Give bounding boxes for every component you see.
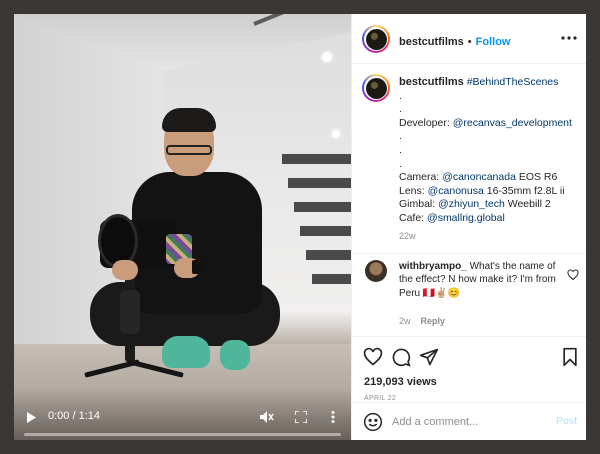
video-person-hand <box>112 260 138 280</box>
comment-username[interactable]: withbryampo_ <box>399 261 467 272</box>
comment-like-icon[interactable] <box>567 268 579 281</box>
more-horizontal-icon[interactable] <box>561 31 577 45</box>
avatar-image <box>365 28 387 50</box>
avatar[interactable] <box>362 25 390 53</box>
caption-username[interactable]: bestcutfilms <box>399 76 464 88</box>
video-player[interactable]: 0:00 / 1:14 <box>14 14 351 440</box>
caption-dot: . <box>399 89 402 102</box>
cafe-label: Cafe: <box>399 211 425 224</box>
camera-label: Camera: <box>399 171 440 184</box>
lens-link[interactable]: @canonusa <box>428 185 484 197</box>
video-person-hair <box>162 108 216 132</box>
caption-avatar[interactable] <box>362 74 390 102</box>
video-person-sock <box>220 340 250 370</box>
emoji-icon[interactable] <box>363 412 383 432</box>
video-progress-bar[interactable] <box>24 433 341 436</box>
caption-dot: . <box>399 143 402 156</box>
play-icon[interactable] <box>22 408 40 426</box>
video-time: 0:00 / 1:14 <box>48 410 100 422</box>
share-icon[interactable] <box>419 347 439 367</box>
post-button[interactable]: Post <box>556 415 577 427</box>
post-actions: 219,093 views APRIL 22 <box>352 336 586 402</box>
comment-icon[interactable] <box>391 347 411 367</box>
video-scene-light <box>332 130 340 138</box>
post-modal: 0:00 / 1:14 bestcutfilms • Follow bestcu… <box>14 14 586 440</box>
gimbal-label: Gimbal: <box>399 198 436 211</box>
caption-dot: . <box>399 103 402 116</box>
caption-age[interactable]: 22w <box>399 230 579 244</box>
caption-dot: . <box>399 157 402 170</box>
comment-age[interactable]: 2w <box>399 316 411 326</box>
video-scene-stairs <box>282 154 351 314</box>
video-gimbal-handle <box>120 290 140 334</box>
lens-model: 16-35mm f2.8L ii <box>486 184 565 197</box>
add-comment-bar: Post <box>352 402 586 440</box>
lens-label: Lens: <box>399 184 425 197</box>
gimbal-model: Weebill 2 <box>507 198 551 211</box>
caption-dot: . <box>399 130 402 143</box>
caption-hashtag[interactable]: #BehindTheScenes <box>467 76 559 88</box>
post-caption: bestcutfilms #BehindTheScenes . . Develo… <box>352 64 586 254</box>
video-scene-light <box>322 52 332 62</box>
developer-link[interactable]: @recanvas_development <box>453 117 572 129</box>
developer-label: Developer: <box>399 116 450 129</box>
avatar-image <box>365 77 387 99</box>
post-sidebar: bestcutfilms • Follow bestcutfilms #Behind… <box>351 14 586 440</box>
bookmark-icon[interactable] <box>561 347 581 367</box>
camera-link[interactable]: @canoncanada <box>442 171 516 183</box>
cafe-link[interactable]: @smallrig.global <box>427 212 505 224</box>
fullscreen-icon[interactable] <box>292 408 310 426</box>
post-header: bestcutfilms • Follow <box>352 14 586 64</box>
video-person-sock <box>162 336 210 368</box>
video-person-glasses <box>166 145 212 155</box>
comment-avatar[interactable] <box>365 260 387 282</box>
video-person-watch <box>192 260 202 274</box>
comment-meta: 2w Reply <box>399 316 455 326</box>
reply-button[interactable]: Reply <box>421 316 446 326</box>
caption-text: bestcutfilms #BehindTheScenes . . Develo… <box>399 76 579 243</box>
like-icon[interactable] <box>363 347 383 367</box>
video-options-icon[interactable] <box>324 408 342 426</box>
comment-text-block: withbryampo_ What's the name of the effe… <box>399 260 567 300</box>
comment-input[interactable] <box>392 413 542 431</box>
camera-model: EOS R6 <box>518 171 558 184</box>
video-controls: 0:00 / 1:14 <box>14 388 351 440</box>
view-count[interactable]: 219,093 views <box>364 376 437 388</box>
gimbal-link[interactable]: @zhiyun_tech <box>438 198 505 210</box>
header-separator: • <box>467 36 472 48</box>
header-username[interactable]: bestcutfilms <box>399 36 464 48</box>
post-date[interactable]: APRIL 22 <box>364 395 396 402</box>
follow-button[interactable]: Follow <box>476 36 511 48</box>
mute-icon[interactable] <box>258 408 276 426</box>
comment-item: withbryampo_ What's the name of the effe… <box>352 254 586 336</box>
